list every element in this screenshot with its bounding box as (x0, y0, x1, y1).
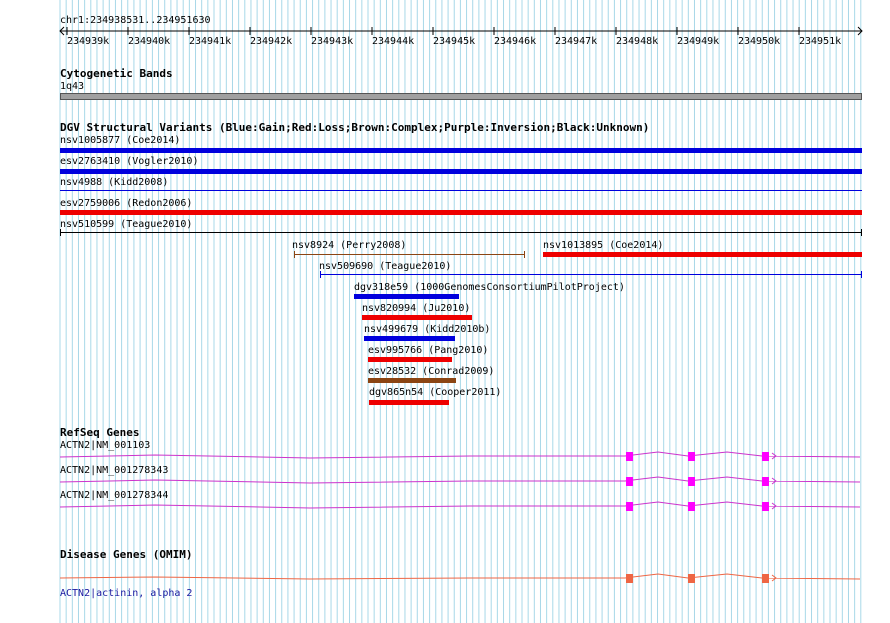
omim-exon[interactable] (626, 574, 633, 583)
omim-exon[interactable] (688, 574, 695, 583)
omim-exon[interactable] (762, 574, 769, 583)
omim-gene-model[interactable] (0, 0, 890, 623)
omim-gene-track[interactable] (59, 573, 861, 583)
omim-gene-label[interactable]: ACTN2|actinin, alpha 2 (60, 588, 192, 599)
